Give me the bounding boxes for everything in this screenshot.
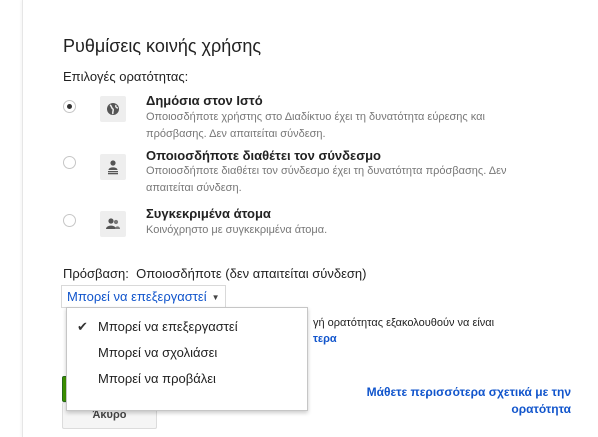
sharing-settings-dialog: Ρυθμίσεις κοινής χρήσης Επιλογές ορατότη…	[22, 0, 598, 437]
visibility-note-link[interactable]: τερα	[313, 333, 337, 345]
dialog-title: Ρυθμίσεις κοινής χρήσης	[63, 36, 262, 56]
radio-specific-people[interactable]	[63, 214, 76, 227]
menu-item-can-comment[interactable]: Μπορεί να σχολιάσει	[67, 340, 307, 366]
permission-menu: ✔ Μπορεί να επεξεργαστεί Μπορεί να σχολι…	[66, 307, 308, 411]
visibility-note-text: γή ορατότητας εξακολουθούν να είναι	[313, 317, 495, 329]
option-description: Οποιοσδήποτε χρήστης στο Διαδίκτυο έχει …	[146, 111, 485, 140]
option-description: Κοινόχρηστο με συγκεκριμένα άτομα.	[146, 224, 328, 236]
access-value: Οποιοσδήποτε (δεν απαιτείται σύνδεση)	[136, 266, 367, 281]
access-permission-dropdown[interactable]: Μπορεί να επεξεργαστεί ▼	[61, 285, 226, 308]
dropdown-arrow-icon: ▼	[211, 293, 220, 303]
option-title: Δημόσια στον Ιστό	[146, 93, 263, 108]
access-permission-value: Μπορεί να επεξεργαστεί	[67, 289, 207, 304]
menu-item-label: Μπορεί να επεξεργαστεί	[98, 319, 238, 334]
checkmark-icon: ✔	[77, 319, 88, 334]
option-description: Οποιοσδήποτε διαθέτει τον σύνδεσμο έχει …	[146, 165, 507, 194]
people-icon	[100, 211, 126, 237]
radio-anyone-with-link[interactable]	[63, 156, 76, 169]
access-row: Πρόσβαση: Οποιοσδήποτε (δεν απαιτείται σ…	[63, 266, 366, 281]
access-label: Πρόσβαση:	[63, 266, 129, 281]
globe-icon	[100, 96, 126, 122]
visibility-options-label: Επιλογές ορατότητας:	[63, 69, 189, 84]
menu-item-label: Μπορεί να σχολιάσει	[98, 345, 218, 360]
visibility-note: γή ορατότητας εξακολουθούν να είναι τερα	[313, 315, 593, 347]
option-title: Οποιοσδήποτε διαθέτει τον σύνδεσμο	[146, 148, 381, 163]
menu-item-label: Μπορεί να προβάλει	[98, 371, 216, 386]
learn-more-link[interactable]: Μάθετε περισσότερα σχετικά με την ορατότ…	[311, 384, 571, 418]
radio-public[interactable]	[63, 100, 76, 113]
menu-item-can-edit[interactable]: ✔ Μπορεί να επεξεργαστεί	[67, 314, 307, 340]
menu-item-can-view[interactable]: Μπορεί να προβάλει	[67, 366, 307, 392]
option-title: Συγκεκριμένα άτομα	[146, 206, 271, 221]
person-link-icon	[100, 154, 126, 180]
